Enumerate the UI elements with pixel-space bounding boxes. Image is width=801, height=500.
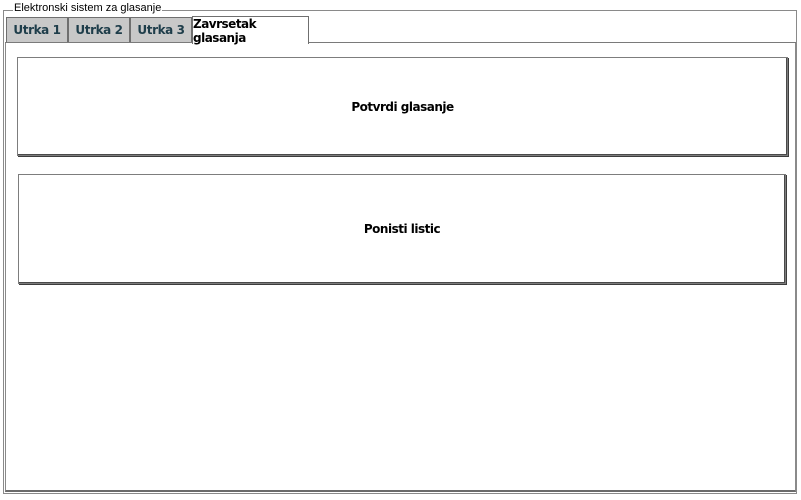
groupbox-title: Elektronski sistem za glasanje	[13, 2, 163, 15]
tab-label: Utrka 3	[137, 23, 185, 37]
tab-zavrsetak-glasanja[interactable]: Zavrsetak glasanja	[192, 16, 309, 45]
tab-utrka-1[interactable]: Utrka 1	[6, 17, 68, 42]
tab-utrka-3[interactable]: Utrka 3	[130, 17, 192, 42]
cancel-ballot-label: Ponisti listic	[363, 222, 441, 236]
tab-control: Utrka 1 Utrka 2 Utrka 3 Zavrsetak glasan…	[5, 16, 796, 492]
tab-utrka-2[interactable]: Utrka 2	[68, 17, 130, 42]
confirm-vote-label: Potvrdi glasanje	[351, 99, 454, 114]
tab-label: Utrka 1	[13, 23, 61, 37]
tab-label: Utrka 2	[75, 23, 123, 37]
confirm-vote-button[interactable]: Potvrdi glasanje	[17, 57, 788, 156]
tab-label: Zavrsetak glasanja	[193, 16, 257, 45]
cancel-ballot-button[interactable]: Ponisti listic	[18, 174, 786, 284]
tab-panel-zavrsetak-glasanja: Potvrdi glasanje Ponisti listic	[5, 43, 796, 492]
tab-strip: Utrka 1 Utrka 2 Utrka 3 Zavrsetak glasan…	[5, 16, 796, 45]
